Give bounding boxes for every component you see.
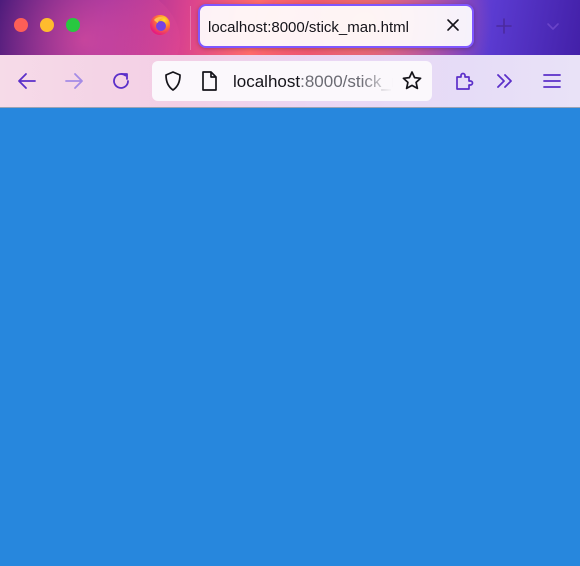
page-icon[interactable] xyxy=(198,70,220,92)
puzzle-icon[interactable] xyxy=(452,69,476,93)
arrow-right-icon[interactable] xyxy=(62,69,86,93)
hamburger-icon[interactable] xyxy=(540,69,564,93)
nav-toolbar: localhost:8000/stick_man.html xyxy=(0,55,580,107)
window-close-button[interactable] xyxy=(14,18,28,32)
tab-separator xyxy=(190,6,191,50)
chevron-double-right-icon[interactable] xyxy=(493,69,517,93)
firefox-logo-icon[interactable] xyxy=(149,14,171,36)
new-tab-icon[interactable] xyxy=(494,16,514,36)
arrow-left-icon[interactable] xyxy=(15,69,39,93)
tab-active[interactable]: localhost:8000/stick_man.html xyxy=(198,4,474,48)
url-host: localhost xyxy=(233,72,301,91)
title-bar: localhost:8000/stick_man.html xyxy=(0,0,580,55)
tab-title: localhost:8000/stick_man.html xyxy=(208,19,409,36)
url-text[interactable]: localhost:8000/stick_man.html xyxy=(233,72,393,92)
url-path: :8000/stick_man.html xyxy=(300,72,393,91)
url-bar[interactable]: localhost:8000/stick_man.html xyxy=(152,61,432,101)
chevron-down-icon[interactable] xyxy=(545,18,561,34)
shield-icon[interactable] xyxy=(162,70,184,92)
close-icon[interactable] xyxy=(444,16,462,34)
page-content[interactable] xyxy=(0,108,580,566)
window-minimize-button[interactable] xyxy=(40,18,54,32)
reload-icon[interactable] xyxy=(109,69,133,93)
star-icon[interactable] xyxy=(400,69,424,93)
window-zoom-button[interactable] xyxy=(66,18,80,32)
